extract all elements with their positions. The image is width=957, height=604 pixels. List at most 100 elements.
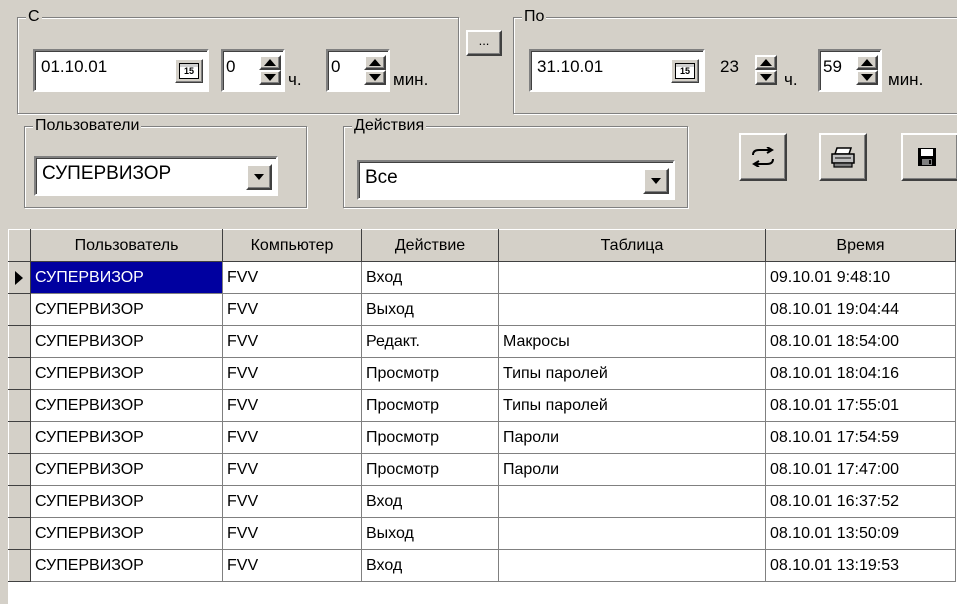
table-row[interactable]: СУПЕРВИЗОР FVV Вход 09.10.01 9:48:10 (8, 261, 956, 294)
table-row[interactable]: СУПЕРВИЗОР FVV Просмотр Пароли 08.10.01 17:4… (8, 453, 956, 486)
cell-computer[interactable]: FVV (222, 325, 362, 358)
cell-action[interactable]: Выход (361, 517, 499, 550)
cell-user[interactable]: СУПЕРВИЗОР (30, 517, 223, 550)
cell-action[interactable]: Выход (361, 293, 499, 326)
save-button[interactable] (901, 133, 957, 181)
cell-computer[interactable]: FVV (222, 549, 362, 582)
users-dropdown-button[interactable] (246, 164, 272, 190)
cell-time[interactable]: 08.10.01 19:04:44 (765, 293, 956, 326)
row-indicator[interactable] (8, 517, 31, 550)
cell-computer[interactable]: FVV (222, 453, 362, 486)
cell-action[interactable]: Вход (361, 261, 499, 294)
spin-up-button[interactable] (856, 55, 878, 70)
table-row[interactable]: СУПЕРВИЗОР FVV Просмотр Типы паролей 08.10.0… (8, 389, 956, 422)
cell-action[interactable]: Редакт. (361, 325, 499, 358)
cell-time[interactable]: 08.10.01 13:19:53 (765, 549, 956, 582)
from-minutes-field[interactable]: 0 (326, 49, 390, 92)
cell-table[interactable] (498, 549, 766, 582)
table-row[interactable]: СУПЕРВИЗОР FVV Вход 08.10.01 13:19:53 (8, 549, 956, 582)
column-header-computer[interactable]: Компьютер (222, 229, 362, 262)
cell-time[interactable]: 08.10.01 17:55:01 (765, 389, 956, 422)
cell-time[interactable]: 08.10.01 17:54:59 (765, 421, 956, 454)
from-minutes-spinner[interactable] (364, 55, 386, 85)
cell-computer[interactable]: FVV (222, 421, 362, 454)
spin-down-button[interactable] (364, 70, 386, 85)
table-row[interactable]: СУПЕРВИЗОР FVV Выход 08.10.01 19:04:44 (8, 293, 956, 326)
row-indicator[interactable] (8, 325, 31, 358)
cell-table[interactable]: Типы паролей (498, 357, 766, 390)
cell-computer[interactable]: FVV (222, 357, 362, 390)
to-hours-field[interactable]: 23 (717, 49, 781, 92)
column-header-table[interactable]: Таблица (498, 229, 766, 262)
spin-up-button[interactable] (364, 55, 386, 70)
cell-action[interactable]: Вход (361, 549, 499, 582)
cell-user[interactable]: СУПЕРВИЗОР (30, 325, 223, 358)
cell-time[interactable]: 08.10.01 16:37:52 (765, 485, 956, 518)
cell-table[interactable] (498, 485, 766, 518)
table-row[interactable]: СУПЕРВИЗОР FVV Выход 08.10.01 13:50:09 (8, 517, 956, 550)
cell-user[interactable]: СУПЕРВИЗОР (30, 485, 223, 518)
users-select[interactable]: СУПЕРВИЗОР (34, 156, 278, 196)
cell-time[interactable]: 09.10.01 9:48:10 (765, 261, 956, 294)
column-header-user[interactable]: Пользователь (30, 229, 223, 262)
cell-table[interactable]: Макросы (498, 325, 766, 358)
row-indicator[interactable] (8, 261, 31, 294)
from-hours-field[interactable]: 0 (221, 49, 285, 92)
table-row[interactable]: СУПЕРВИЗОР FVV Просмотр Пароли 08.10.01 17:5… (8, 421, 956, 454)
cell-user[interactable]: СУПЕРВИЗОР (30, 549, 223, 582)
table-row[interactable]: СУПЕРВИЗОР FVV Вход 08.10.01 16:37:52 (8, 485, 956, 518)
cell-time[interactable]: 08.10.01 18:04:16 (765, 357, 956, 390)
row-indicator[interactable] (8, 549, 31, 582)
cell-computer[interactable]: FVV (222, 485, 362, 518)
cell-user[interactable]: СУПЕРВИЗОР (30, 293, 223, 326)
cell-table[interactable] (498, 261, 766, 294)
cell-action[interactable]: Просмотр (361, 357, 499, 390)
cell-computer[interactable]: FVV (222, 517, 362, 550)
cell-time[interactable]: 08.10.01 18:54:00 (765, 325, 956, 358)
cell-computer[interactable]: FVV (222, 261, 362, 294)
cell-table[interactable]: Пароли (498, 453, 766, 486)
actions-dropdown-button[interactable] (643, 168, 669, 194)
cell-time[interactable]: 08.10.01 13:50:09 (765, 517, 956, 550)
cell-table[interactable]: Типы паролей (498, 389, 766, 422)
print-button[interactable] (819, 133, 867, 181)
spin-up-button[interactable] (755, 55, 777, 70)
cell-table[interactable]: Пароли (498, 421, 766, 454)
row-indicator[interactable] (8, 485, 31, 518)
cell-user[interactable]: СУПЕРВИЗОР (30, 421, 223, 454)
cell-user[interactable]: СУПЕРВИЗОР (30, 453, 223, 486)
cell-action[interactable]: Вход (361, 485, 499, 518)
spin-down-button[interactable] (755, 70, 777, 85)
to-minutes-spinner[interactable] (856, 55, 878, 85)
spin-up-button[interactable] (259, 55, 281, 70)
from-calendar-button[interactable]: 15 (175, 59, 203, 83)
to-date-field[interactable]: 31.10.01 15 (529, 49, 705, 92)
spin-down-button[interactable] (856, 70, 878, 85)
to-hours-spinner[interactable] (755, 55, 777, 85)
table-row[interactable]: СУПЕРВИЗОР FVV Просмотр Типы паролей 08.10.0… (8, 357, 956, 390)
to-minutes-field[interactable]: 59 (818, 49, 882, 92)
actions-select[interactable]: Все (357, 160, 675, 200)
cell-time[interactable]: 08.10.01 17:47:00 (765, 453, 956, 486)
cell-computer[interactable]: FVV (222, 293, 362, 326)
row-indicator[interactable] (8, 357, 31, 390)
ellipsis-button[interactable]: ... (466, 30, 502, 56)
cell-user[interactable]: СУПЕРВИЗОР (30, 261, 223, 294)
row-indicator[interactable] (8, 389, 31, 422)
spin-down-button[interactable] (259, 70, 281, 85)
cell-table[interactable] (498, 517, 766, 550)
cell-user[interactable]: СУПЕРВИЗОР (30, 357, 223, 390)
cell-action[interactable]: Просмотр (361, 453, 499, 486)
table-row[interactable]: СУПЕРВИЗОР FVV Редакт. Макросы 08.10.01 18:5… (8, 325, 956, 358)
row-indicator[interactable] (8, 453, 31, 486)
from-hours-spinner[interactable] (259, 55, 281, 85)
column-header-time[interactable]: Время (765, 229, 956, 262)
cell-action[interactable]: Просмотр (361, 389, 499, 422)
from-date-field[interactable]: 01.10.01 15 (33, 49, 209, 92)
cell-table[interactable] (498, 293, 766, 326)
cell-user[interactable]: СУПЕРВИЗОР (30, 389, 223, 422)
to-calendar-button[interactable]: 15 (671, 59, 699, 83)
refresh-button[interactable] (739, 133, 787, 181)
row-indicator[interactable] (8, 293, 31, 326)
row-indicator[interactable] (8, 421, 31, 454)
